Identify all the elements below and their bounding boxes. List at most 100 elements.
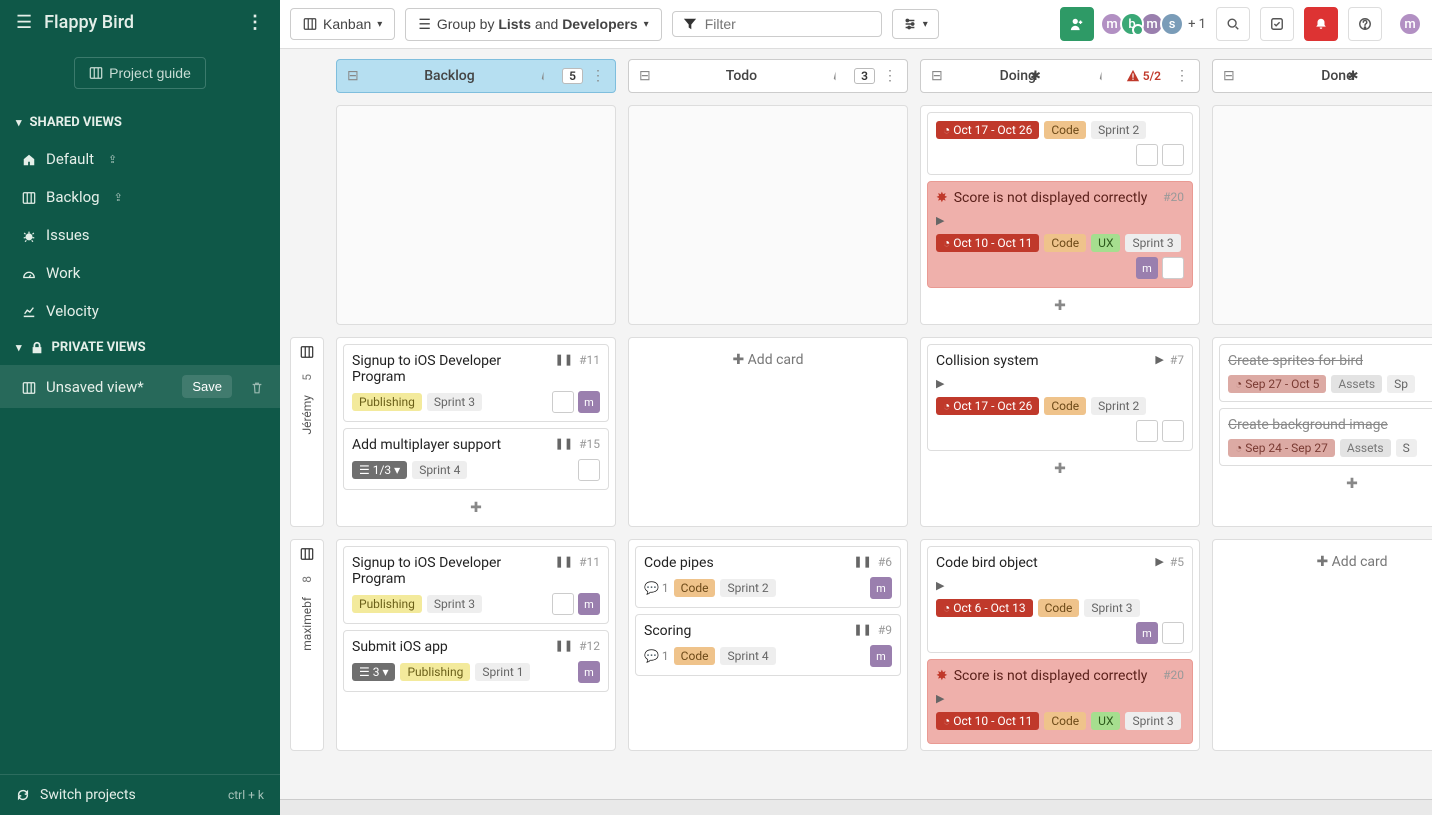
- tag-code[interactable]: Code: [674, 647, 716, 665]
- sort-icon[interactable]: [540, 68, 554, 84]
- tag-pub[interactable]: Publishing: [400, 663, 470, 681]
- help-button[interactable]: [1348, 7, 1382, 41]
- add-card-button[interactable]: ✚: [927, 294, 1193, 318]
- comments-count[interactable]: 💬 1: [644, 649, 669, 663]
- tag-sprint[interactable]: Sprint 2: [720, 579, 775, 597]
- sidebar-item-velocity[interactable]: Velocity: [0, 292, 280, 330]
- avatar[interactable]: [1162, 257, 1184, 279]
- tag-pub[interactable]: Publishing: [352, 595, 422, 613]
- tag-ux[interactable]: UX: [1091, 712, 1120, 730]
- card[interactable]: Scoring ❚❚ #9 💬 1 CodeSprint 4 m: [635, 614, 901, 676]
- tag-sprint[interactable]: Sprint 4: [720, 647, 775, 665]
- tag-sprint[interactable]: Sprint 2: [1091, 121, 1146, 139]
- card[interactable]: Create background image ☑ ◔ Sep 24 - Sep…: [1219, 408, 1432, 466]
- tag-sprint[interactable]: Sprint 3: [1084, 599, 1139, 617]
- tag-sprint[interactable]: Sp: [1387, 375, 1415, 393]
- add-card-button[interactable]: ✚: [927, 457, 1193, 481]
- add-card-button[interactable]: ✚ Add card: [635, 344, 901, 376]
- sidebar-item-unsaved[interactable]: Unsaved view* Save: [0, 365, 280, 408]
- card[interactable]: ✸Score is not displayed correctly #20 ▶ …: [927, 659, 1193, 744]
- avatar-overflow[interactable]: + 1: [1188, 17, 1206, 32]
- card[interactable]: Collision system ▶ #7 ▶ ◔ Oct 17 - Oct 2…: [927, 344, 1193, 451]
- sort-icon[interactable]: [832, 68, 846, 84]
- tag-assets[interactable]: Assets: [1331, 375, 1382, 393]
- sidebar-item-issues[interactable]: Issues: [0, 216, 280, 254]
- collapse-icon[interactable]: ⊟: [639, 68, 651, 84]
- filter-input[interactable]: [705, 16, 871, 32]
- tag-ux[interactable]: UX: [1091, 234, 1120, 252]
- avatar[interactable]: s: [1160, 12, 1184, 36]
- collapse-icon[interactable]: ⊟: [931, 68, 943, 84]
- collapse-icon[interactable]: ⊟: [1223, 68, 1235, 84]
- notifications-button[interactable]: [1304, 7, 1338, 41]
- current-user-avatar[interactable]: m: [1398, 12, 1422, 36]
- tag-code[interactable]: Code: [674, 579, 716, 597]
- member-avatars[interactable]: m b m s + 1: [1104, 12, 1206, 36]
- tasks-button[interactable]: [1260, 7, 1294, 41]
- avatar[interactable]: [1162, 144, 1184, 166]
- sidebar-item-default[interactable]: Default ⇪: [0, 140, 280, 178]
- tag-code[interactable]: Code: [1044, 397, 1086, 415]
- avatar[interactable]: b: [1120, 12, 1144, 36]
- tag-sprint[interactable]: Sprint 2: [1091, 397, 1146, 415]
- avatar[interactable]: m: [870, 577, 892, 599]
- avatar[interactable]: m: [578, 593, 600, 615]
- swimlane-label[interactable]: 5 Jérémy: [290, 337, 324, 527]
- comments-count[interactable]: 💬 1: [644, 581, 669, 595]
- sort-icon[interactable]: [1098, 68, 1112, 84]
- card[interactable]: Signup to iOS Developer Program ❚❚ #11 P…: [343, 344, 609, 422]
- section-private-views[interactable]: ▾ PRIVATE VIEWS: [0, 330, 280, 365]
- tag-code[interactable]: Code: [1044, 712, 1086, 730]
- card[interactable]: ✸Score is not displayed correctly #20 ▶ …: [927, 181, 1193, 288]
- avatar[interactable]: [1162, 622, 1184, 644]
- sidebar-item-work[interactable]: Work: [0, 254, 280, 292]
- tag-sprint[interactable]: Sprint 1: [475, 663, 530, 681]
- add-user-button[interactable]: [1060, 7, 1094, 41]
- card[interactable]: ◔ Oct 17 - Oct 26 CodeSprint 2: [927, 112, 1193, 175]
- tag-pub[interactable]: Publishing: [352, 393, 422, 411]
- filter-input-wrap[interactable]: [672, 11, 882, 37]
- search-button[interactable]: [1216, 7, 1250, 41]
- group-by-dropdown[interactable]: ☰ Group by Lists and Developers ▾: [405, 8, 661, 41]
- column-header-done[interactable]: ⊟ Done✱ ⋮: [1212, 59, 1432, 93]
- sidebar-item-backlog[interactable]: Backlog ⇪: [0, 178, 280, 216]
- column-menu-icon[interactable]: ⋮: [1175, 68, 1189, 84]
- column-header-doing[interactable]: ⊟ Doing✱ 5/2 ⋮: [920, 59, 1200, 93]
- avatar[interactable]: m: [578, 391, 600, 413]
- tag-code[interactable]: Code: [1044, 121, 1086, 139]
- avatar[interactable]: m: [1136, 257, 1158, 279]
- column-menu-icon[interactable]: ⋮: [591, 68, 605, 84]
- card[interactable]: Code bird object ▶ #5 ▶ ◔ Oct 6 - Oct 13…: [927, 546, 1193, 653]
- view-kanban-dropdown[interactable]: Kanban ▾: [290, 8, 395, 40]
- card[interactable]: Create sprites for bird ☑ ◔ Sep 27 - Oct…: [1219, 344, 1432, 402]
- switch-projects[interactable]: Switch projects ctrl + k: [0, 774, 280, 815]
- settings-dropdown[interactable]: ▾: [892, 9, 939, 39]
- swimlane-label[interactable]: 8 maximebf: [290, 539, 324, 751]
- section-shared-views[interactable]: ▾ SHARED VIEWS: [0, 105, 280, 140]
- horizontal-scrollbar[interactable]: [280, 799, 1432, 815]
- tag-sprint[interactable]: S: [1396, 439, 1417, 457]
- menu-icon[interactable]: ☰: [16, 12, 32, 33]
- avatar[interactable]: [578, 459, 600, 481]
- column-header-backlog[interactable]: ⊟ Backlog 5 ⋮: [336, 59, 616, 93]
- trash-icon[interactable]: [250, 378, 264, 396]
- add-card-button[interactable]: ✚: [1219, 472, 1432, 496]
- avatar[interactable]: m: [870, 645, 892, 667]
- project-menu-icon[interactable]: ⋮: [246, 12, 264, 33]
- avatar[interactable]: [552, 593, 574, 615]
- card[interactable]: Submit iOS app ❚❚ #12 ☰ 3 ▾ PublishingSp…: [343, 630, 609, 692]
- tag-sprint[interactable]: Sprint 3: [427, 393, 482, 411]
- tag-code[interactable]: Code: [1044, 234, 1086, 252]
- add-card-button[interactable]: ✚ Add card: [1219, 546, 1432, 578]
- card[interactable]: Code pipes ❚❚ #6 💬 1 CodeSprint 2 m: [635, 546, 901, 608]
- tag-sprint[interactable]: Sprint 3: [427, 595, 482, 613]
- column-menu-icon[interactable]: ⋮: [883, 68, 897, 84]
- tag-sprint[interactable]: Sprint 4: [412, 461, 467, 479]
- tag-sprint[interactable]: Sprint 3: [1125, 712, 1180, 730]
- project-name[interactable]: Flappy Bird: [44, 12, 134, 33]
- tag-assets[interactable]: Assets: [1340, 439, 1391, 457]
- collapse-icon[interactable]: ⊟: [347, 68, 359, 84]
- avatar[interactable]: [552, 391, 574, 413]
- avatar[interactable]: [1136, 420, 1158, 442]
- checklist-chip[interactable]: ☰ 3 ▾: [352, 663, 395, 681]
